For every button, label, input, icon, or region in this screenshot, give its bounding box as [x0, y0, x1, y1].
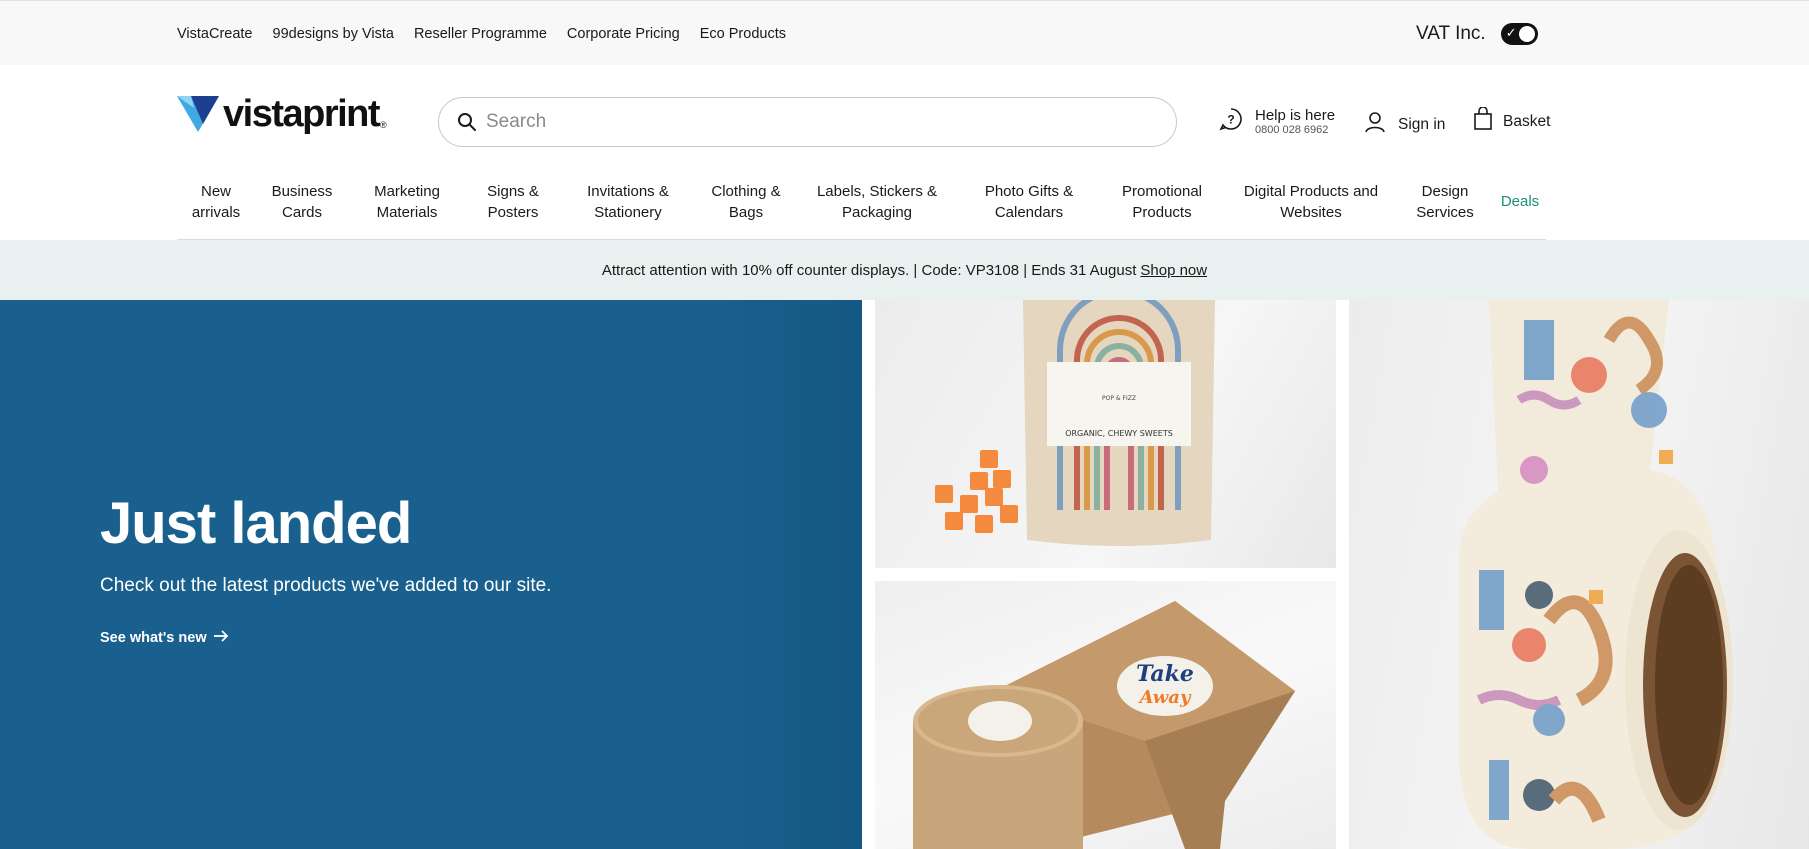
- user-icon: [1364, 111, 1386, 138]
- vat-toggle[interactable]: ✓: [1500, 23, 1538, 45]
- product-image-takeaway-box[interactable]: Take Away: [875, 581, 1336, 849]
- product-image-sweet-pouch[interactable]: POP & FIZZ ORGANIC, CHEWY SWEETS: [875, 300, 1336, 568]
- search-icon: [457, 112, 477, 132]
- registered-mark: ®: [380, 120, 387, 130]
- help-phone: 0800 028 6962: [1255, 124, 1329, 136]
- nav-label: arrivals: [191, 204, 241, 221]
- promo-text: Attract attention with 10% off counter d…: [601, 261, 1137, 279]
- vat-toggle-group: VAT Inc. ✓: [1416, 23, 1538, 45]
- nav-label: Products: [1132, 204, 1192, 221]
- vistaprint-logo[interactable]: vistaprint ®: [177, 95, 387, 133]
- nav-label: Calendars: [994, 204, 1064, 221]
- help-icon: ?: [1219, 107, 1243, 136]
- nav-label: Signs &: [487, 183, 539, 200]
- logo-wordmark: vistaprint: [223, 93, 381, 135]
- arrow-right-icon: [213, 630, 229, 646]
- vistaprint-logo-mark-icon: [177, 96, 219, 132]
- nav-label: Marketing: [374, 183, 440, 200]
- nav-label: Packaging: [841, 204, 913, 221]
- main-nav: New arrivals Business Cards Marketing Ma…: [177, 160, 1546, 240]
- nav-item-digital-products-websites[interactable]: Digital Products and Websites: [1244, 181, 1378, 223]
- nav-item-design-services[interactable]: Design Services: [1416, 181, 1474, 223]
- promo-banner: Attract attention with 10% off counter d…: [0, 240, 1809, 300]
- nav-item-invitations-stationery[interactable]: Invitations & Stationery: [587, 181, 669, 223]
- nav-label: Materials: [376, 204, 438, 221]
- help-text: Help is here 0800 028 6962: [1255, 107, 1335, 136]
- site-header: vistaprint ® ? Help is here 0800 028 696…: [0, 65, 1809, 160]
- basket-link[interactable]: Basket: [1473, 106, 1551, 136]
- nav-label: Cards: [281, 204, 322, 221]
- utility-link-reseller[interactable]: Reseller Programme: [414, 26, 547, 42]
- nav-label: Promotional: [1121, 183, 1203, 200]
- sign-in-link[interactable]: Sign in: [1364, 111, 1445, 138]
- nav-item-clothing-bags[interactable]: Clothing & Bags: [711, 181, 780, 223]
- vat-label: VAT Inc.: [1416, 23, 1486, 44]
- product-image-tape-roll[interactable]: [1349, 300, 1809, 849]
- utility-link-vistacreate[interactable]: VistaCreate: [177, 26, 253, 42]
- hero-panel: Just landed Check out the latest product…: [0, 300, 862, 849]
- sticker-text-take: Take: [1136, 661, 1194, 687]
- takeaway-packaging-illustration: Take Away: [913, 601, 1295, 849]
- nav-label: New: [200, 183, 231, 200]
- search-box[interactable]: [438, 97, 1177, 147]
- search-input[interactable]: [486, 111, 1146, 133]
- hero-subtitle: Check out the latest products we've adde…: [100, 575, 552, 596]
- nav-label: Labels, Stickers &: [816, 183, 938, 200]
- basket-label: Basket: [1503, 112, 1551, 130]
- nav-item-business-cards[interactable]: Business Cards: [272, 181, 333, 223]
- shopping-bag-icon: [1473, 106, 1493, 136]
- sweet-pouch-illustration: POP & FIZZ ORGANIC, CHEWY SWEETS: [935, 300, 1215, 546]
- nav-label: Design: [1421, 183, 1469, 200]
- svg-text:?: ?: [1227, 113, 1234, 127]
- nav-label: Services: [1416, 204, 1474, 221]
- nav-label: Stationery: [594, 204, 662, 221]
- promo-shop-now-link[interactable]: Shop now: [1140, 262, 1207, 279]
- check-icon: ✓: [1505, 25, 1517, 40]
- nav-label: Websites: [1280, 204, 1342, 221]
- hero-title: Just landed: [100, 491, 412, 556]
- utility-link-eco-products[interactable]: Eco Products: [700, 26, 786, 42]
- nav-item-labels-stickers-packaging[interactable]: Labels, Stickers & Packaging: [817, 181, 937, 223]
- pouch-product-text: ORGANIC, CHEWY SWEETS: [1065, 429, 1173, 438]
- sign-in-label: Sign in: [1398, 115, 1446, 133]
- hero-cta-link[interactable]: See what's new: [100, 630, 229, 646]
- toggle-knob: [1518, 26, 1535, 42]
- help-title: Help is here: [1255, 107, 1336, 124]
- pouch-brand-text: POP & FIZZ: [1102, 395, 1136, 402]
- nav-item-deals[interactable]: Deals: [1501, 191, 1539, 212]
- sticker-text-away: Away: [1138, 687, 1192, 708]
- utility-bar: VistaCreate 99designs by Vista Reseller …: [0, 0, 1809, 65]
- nav-label: Business: [271, 183, 333, 200]
- hero-cta-label: See what's new: [100, 630, 207, 646]
- nav-item-marketing-materials[interactable]: Marketing Materials: [374, 181, 440, 223]
- tape-roll-illustration: [1459, 300, 1733, 849]
- nav-item-signs-posters[interactable]: Signs & Posters: [487, 181, 539, 223]
- nav-label: Photo Gifts &: [984, 183, 1074, 200]
- nav-label: Clothing &: [711, 183, 781, 200]
- utility-links: VistaCreate 99designs by Vista Reseller …: [177, 26, 786, 42]
- hero-shade: [720, 300, 862, 849]
- nav-item-promotional-products[interactable]: Promotional Products: [1122, 181, 1202, 223]
- utility-link-99designs[interactable]: 99designs by Vista: [273, 26, 394, 42]
- nav-item-photo-gifts-calendars[interactable]: Photo Gifts & Calendars: [985, 181, 1073, 223]
- nav-item-new-arrivals[interactable]: New arrivals: [192, 181, 240, 223]
- help-contact[interactable]: ? Help is here 0800 028 6962: [1219, 107, 1335, 136]
- nav-label: Bags: [728, 204, 764, 221]
- nav-label: Digital Products and: [1243, 183, 1379, 200]
- nav-label: Posters: [487, 204, 539, 221]
- nav-label: Invitations &: [587, 183, 669, 200]
- utility-link-corporate-pricing[interactable]: Corporate Pricing: [567, 26, 680, 42]
